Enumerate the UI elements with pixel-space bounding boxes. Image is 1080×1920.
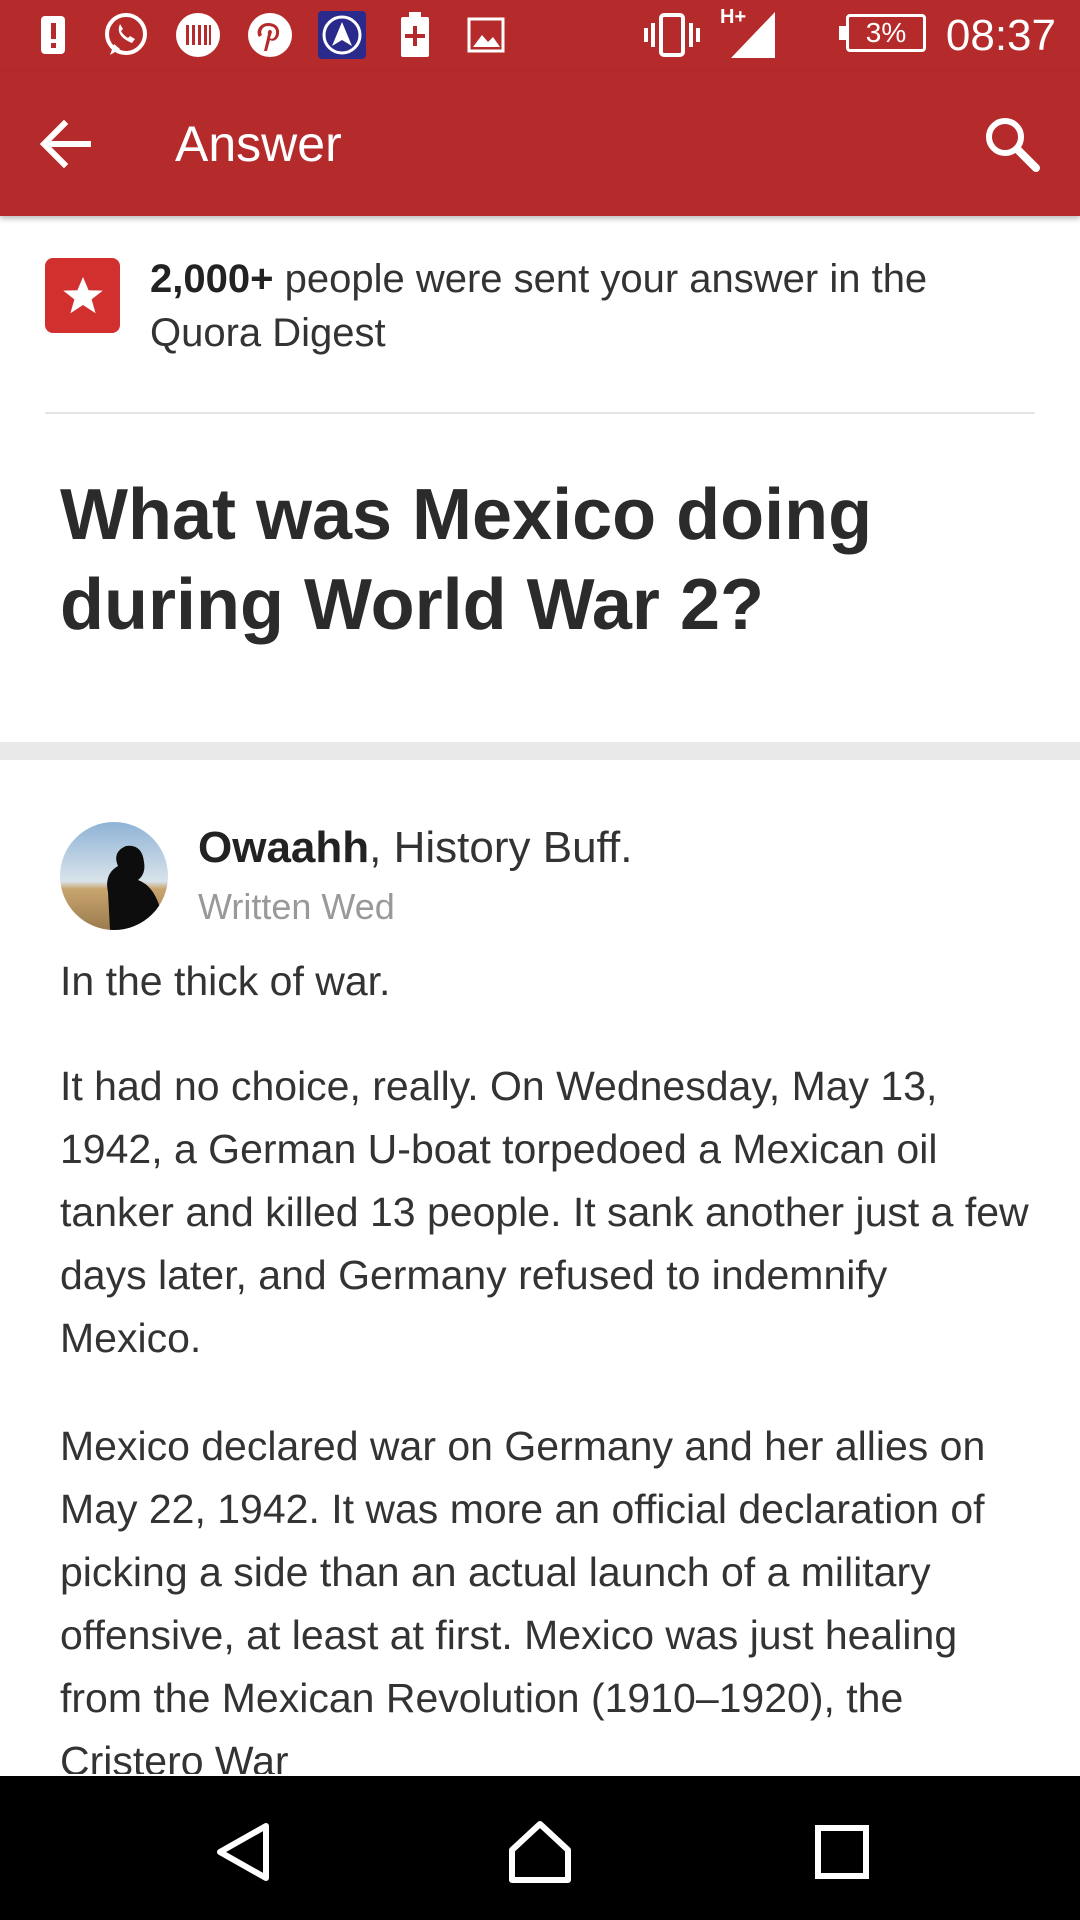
barcode-icon — [172, 10, 224, 60]
page-title: Answer — [175, 116, 342, 172]
navigation-bar — [0, 1776, 1080, 1920]
answer-paragraph: In the thick of war. — [60, 958, 391, 1004]
author-credential: , History Buff. — [369, 823, 633, 872]
divider — [45, 412, 1035, 414]
pinterest-icon — [244, 10, 296, 60]
vibrate-icon — [642, 10, 702, 60]
recents-icon[interactable] — [806, 1816, 878, 1888]
image-icon — [466, 10, 506, 60]
author-line: Owaahh, History Buff. — [198, 820, 632, 876]
app-bar: Answer — [0, 72, 1080, 216]
digest-count: 2,000+ — [150, 257, 274, 301]
answer-paragraph: Mexico declared war on Germany and her a… — [60, 1423, 986, 1774]
clock: 08:37 — [945, 11, 1056, 60]
arrow-left-icon[interactable] — [36, 116, 96, 172]
answer-body: In the thick of war. It had no choice, r… — [60, 950, 1030, 1774]
question-title[interactable]: What was Mexico doing during World War 2… — [60, 470, 1020, 650]
section-separator — [0, 742, 1080, 760]
star-icon — [45, 258, 120, 333]
battery-indicator: 3% — [839, 14, 926, 52]
digest-message: 2,000+ people were sent your answer in t… — [150, 252, 1010, 360]
status-bar: H+ 3% 08:37 — [0, 0, 1080, 72]
answer-paragraph: It had no choice, really. On Wednesday, … — [60, 1063, 1029, 1361]
search-icon[interactable] — [980, 112, 1044, 176]
back-triangle-icon[interactable] — [206, 1816, 278, 1888]
network-type: H+ — [720, 6, 747, 28]
avatar[interactable] — [60, 822, 168, 930]
battery-plus-icon — [398, 10, 432, 60]
author-name[interactable]: Owaahh — [198, 823, 369, 872]
written-date: Written Wed — [198, 886, 395, 927]
whatsapp-icon — [100, 10, 152, 60]
app-a-icon — [316, 10, 368, 60]
alert-icon — [38, 10, 68, 60]
home-icon[interactable] — [504, 1816, 576, 1888]
